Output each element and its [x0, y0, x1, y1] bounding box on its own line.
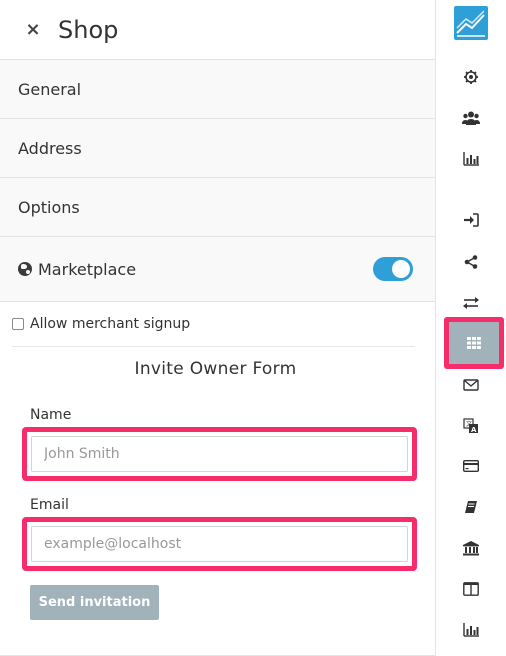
- envelope-icon[interactable]: [436, 369, 506, 401]
- email-label: Email: [30, 497, 69, 513]
- users-icon[interactable]: [436, 102, 506, 134]
- columns-icon[interactable]: [436, 573, 506, 605]
- grid-icon-active[interactable]: [444, 317, 504, 369]
- panel-header: × Shop: [0, 0, 435, 60]
- name-input[interactable]: [31, 436, 408, 472]
- section-options-label: Options: [18, 197, 80, 217]
- marketplace-content: Allow merchant signup Invite Owner Form …: [0, 302, 435, 620]
- section-address[interactable]: Address: [0, 119, 435, 178]
- exchange-icon[interactable]: [436, 287, 506, 319]
- section-marketplace-label: Marketplace: [38, 259, 137, 279]
- allow-signup-checkbox[interactable]: [12, 318, 24, 330]
- bank-icon[interactable]: [436, 532, 506, 564]
- name-label: Name: [30, 407, 72, 423]
- share-icon[interactable]: [436, 246, 506, 278]
- toggle-knob: [392, 260, 410, 278]
- panel-title: Shop: [58, 15, 119, 44]
- svg-text:A: A: [471, 426, 477, 434]
- section-address-label: Address: [18, 138, 82, 158]
- app: × Shop General Address Options Marketpla…: [0, 0, 506, 656]
- grid-icon: [449, 322, 499, 364]
- app-logo-icon[interactable]: [454, 6, 488, 40]
- email-field-frame: [22, 517, 417, 571]
- send-invitation-button[interactable]: Send invitation: [30, 585, 159, 620]
- credit-card-icon[interactable]: [436, 450, 506, 482]
- email-input[interactable]: [31, 526, 408, 562]
- section-marketplace[interactable]: Marketplace: [0, 237, 435, 302]
- translate-icon[interactable]: 文 A: [436, 410, 506, 442]
- bar-chart-icon[interactable]: [436, 614, 506, 646]
- sign-in-icon[interactable]: [436, 204, 506, 236]
- section-options[interactable]: Options: [0, 178, 435, 237]
- settings-icon[interactable]: [436, 61, 506, 93]
- name-field-frame: [22, 427, 417, 481]
- close-icon[interactable]: ×: [0, 20, 64, 39]
- shop-panel: × Shop General Address Options Marketpla…: [0, 0, 436, 656]
- allow-signup-label: Allow merchant signup: [30, 316, 191, 332]
- book-icon[interactable]: [436, 491, 506, 523]
- globe-icon: [18, 262, 32, 276]
- section-general-label: General: [18, 79, 82, 99]
- form-title: Invite Owner Form: [134, 359, 297, 379]
- section-general[interactable]: General: [0, 60, 435, 119]
- bar-chart-icon[interactable]: [436, 143, 506, 175]
- allow-signup-row: Allow merchant signup: [12, 302, 415, 347]
- marketplace-toggle[interactable]: [373, 257, 413, 281]
